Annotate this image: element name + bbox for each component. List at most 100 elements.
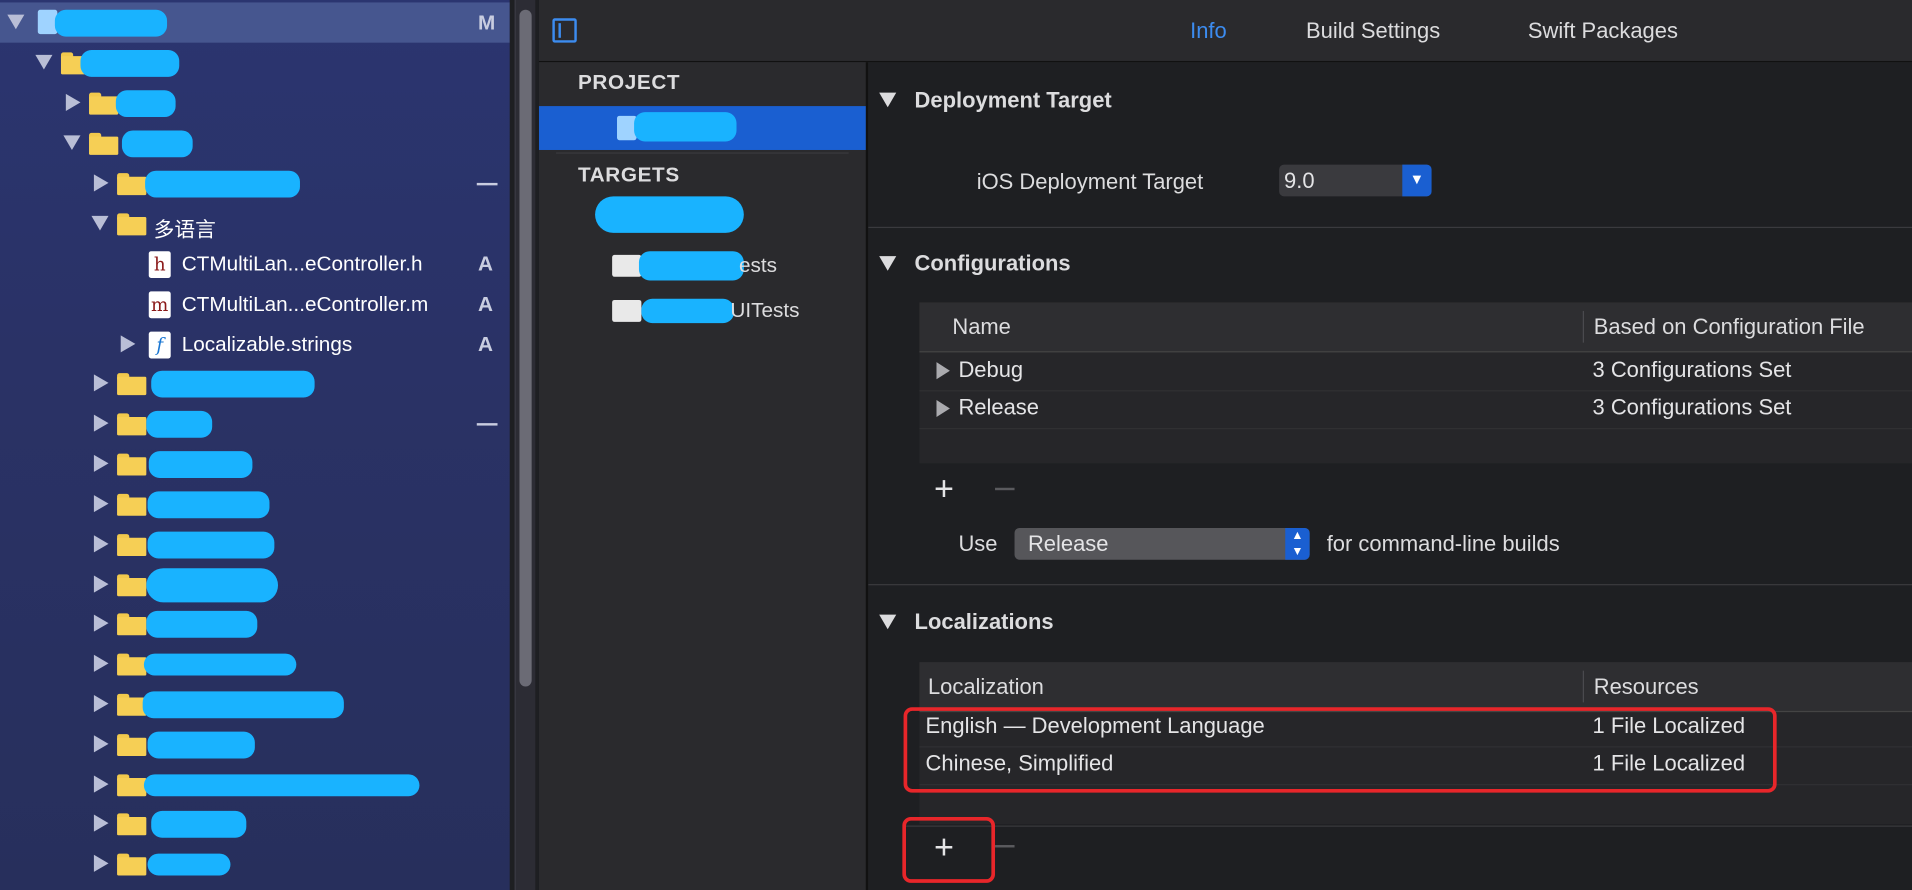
redacted-group-name xyxy=(145,170,300,198)
disclosure-open-icon[interactable] xyxy=(91,215,109,231)
redacted-group-name xyxy=(148,451,253,479)
column-header[interactable]: Localization xyxy=(928,674,1044,700)
folder-icon xyxy=(117,453,147,476)
nav-row-group[interactable] xyxy=(0,844,510,884)
disclosure-closed-icon[interactable] xyxy=(93,575,109,593)
divider xyxy=(868,584,1912,586)
localizations-header: Localizations xyxy=(914,609,1054,635)
nav-row-group[interactable] xyxy=(0,484,510,524)
disclosure-open-icon[interactable] xyxy=(63,135,81,150)
disclosure-closed-icon[interactable] xyxy=(936,399,950,418)
redacted-group-name xyxy=(147,853,231,876)
target-row-tests[interactable]: ests xyxy=(539,246,866,285)
ios-deployment-target-combo[interactable]: 9.0 ▼ xyxy=(1279,164,1432,197)
column-header[interactable]: Based on Configuration File xyxy=(1594,315,1865,341)
disclosure-closed-icon[interactable] xyxy=(93,174,109,192)
nav-row-localization-folder[interactable]: 多语言 xyxy=(0,204,510,244)
tab-build-settings[interactable]: Build Settings xyxy=(1306,18,1440,44)
nav-row-group[interactable] xyxy=(0,43,510,83)
folder-icon xyxy=(89,92,119,115)
section-disclosure-icon[interactable] xyxy=(879,92,897,108)
nav-row-group[interactable] xyxy=(0,604,510,644)
header-file-icon: h xyxy=(148,251,171,279)
chevron-down-icon[interactable]: ▼ xyxy=(1402,164,1432,197)
folder-icon xyxy=(89,132,119,155)
table-row[interactable]: Debug 3 Configurations Set xyxy=(919,352,1912,392)
nav-row-group[interactable] xyxy=(0,565,510,605)
nav-row-file[interactable]: f Localizable.strings A xyxy=(0,324,510,364)
disclosure-closed-icon[interactable] xyxy=(120,335,136,353)
project-editor: Info Build Settings Swift Packages PROJE… xyxy=(538,0,1912,890)
disclosure-closed-icon[interactable] xyxy=(93,735,109,753)
target-row-uitests[interactable]: UITests xyxy=(539,291,866,330)
outline-project-row[interactable] xyxy=(538,106,866,150)
sidebar-toggle-icon[interactable] xyxy=(552,18,577,43)
nav-row-group[interactable] xyxy=(0,163,510,203)
target-label-suffix: ests xyxy=(738,253,777,277)
nav-row-group[interactable] xyxy=(0,724,510,764)
disclosure-closed-icon[interactable] xyxy=(93,495,109,513)
disclosure-closed-icon[interactable] xyxy=(93,695,109,713)
column-header[interactable]: Resources xyxy=(1594,674,1699,700)
nav-row-group[interactable] xyxy=(0,363,510,403)
config-file: 3 Configurations Set xyxy=(1592,395,1792,420)
section-disclosure-icon[interactable] xyxy=(879,256,897,271)
redacted-project-name xyxy=(54,9,168,37)
nav-row-group[interactable] xyxy=(0,444,510,484)
nav-row-group[interactable] xyxy=(0,684,510,724)
nav-row-file[interactable]: h CTMultiLan...eController.h A xyxy=(0,244,510,284)
disclosure-closed-icon[interactable] xyxy=(93,814,109,832)
tab-swift-packages[interactable]: Swift Packages xyxy=(1528,18,1678,44)
strings-file-icon: f xyxy=(148,331,171,359)
disclosure-closed-icon[interactable] xyxy=(936,362,950,380)
info-settings-pane: Deployment Target iOS Deployment Target … xyxy=(868,62,1912,890)
disclosure-open-icon[interactable] xyxy=(35,54,53,70)
nav-row-group[interactable] xyxy=(0,123,510,163)
target-icon xyxy=(612,254,642,277)
scrollbar-thumb[interactable] xyxy=(519,9,532,687)
redacted-group-name xyxy=(147,731,255,759)
remove-configuration-button[interactable] xyxy=(995,487,1015,491)
nav-row-file[interactable]: m CTMultiLan...eController.m A xyxy=(0,284,510,324)
redacted-group-name xyxy=(146,410,213,438)
nav-row-group[interactable] xyxy=(0,804,510,844)
editor-tab-bar: Info Build Settings Swift Packages xyxy=(538,0,1912,63)
add-configuration-button[interactable]: + xyxy=(934,471,954,506)
table-row[interactable]: Release 3 Configurations Set xyxy=(919,390,1912,430)
nav-row-group[interactable] xyxy=(0,765,510,805)
redacted-group-name xyxy=(80,49,180,77)
divider xyxy=(904,825,1912,827)
disclosure-closed-icon[interactable] xyxy=(93,374,109,392)
disclosure-closed-icon[interactable] xyxy=(93,454,109,472)
disclosure-closed-icon[interactable] xyxy=(93,414,109,432)
target-row-app[interactable] xyxy=(595,196,744,233)
nav-row-group[interactable] xyxy=(0,404,510,444)
ios-deployment-target-label: iOS Deployment Target xyxy=(976,169,1204,194)
column-header[interactable]: Name xyxy=(952,315,1011,341)
nav-row-project-root[interactable]: M xyxy=(0,2,510,43)
disclosure-closed-icon[interactable] xyxy=(93,775,109,793)
disclosure-closed-icon[interactable] xyxy=(93,614,109,632)
nav-row-group[interactable] xyxy=(0,524,510,564)
nav-row-group[interactable] xyxy=(0,83,510,123)
navigator-scrollbar[interactable] xyxy=(514,0,536,890)
redacted-group-name xyxy=(151,810,247,838)
popup-chevrons-icon[interactable]: ▲ ▼ xyxy=(1285,527,1310,560)
remove-localization-button[interactable] xyxy=(995,845,1015,848)
tab-info[interactable]: Info xyxy=(1190,18,1227,44)
folder-icon xyxy=(117,853,147,876)
removed-badge xyxy=(476,423,498,426)
disclosure-open-icon[interactable] xyxy=(7,14,25,30)
nav-row-group[interactable] xyxy=(0,644,510,684)
configurations-table: Name Based on Configuration File Debug 3… xyxy=(919,302,1912,464)
section-disclosure-icon[interactable] xyxy=(879,614,897,630)
project-header: PROJECT xyxy=(577,70,681,94)
disclosure-closed-icon[interactable] xyxy=(93,654,109,672)
disclosure-closed-icon[interactable] xyxy=(93,854,109,872)
added-badge: A xyxy=(478,292,493,316)
command-line-config-popup[interactable]: Release ▲ ▼ xyxy=(1014,527,1310,560)
folder-icon xyxy=(117,774,147,797)
redacted-group-name xyxy=(143,774,420,797)
disclosure-closed-icon[interactable] xyxy=(93,535,109,553)
disclosure-closed-icon[interactable] xyxy=(65,93,81,111)
